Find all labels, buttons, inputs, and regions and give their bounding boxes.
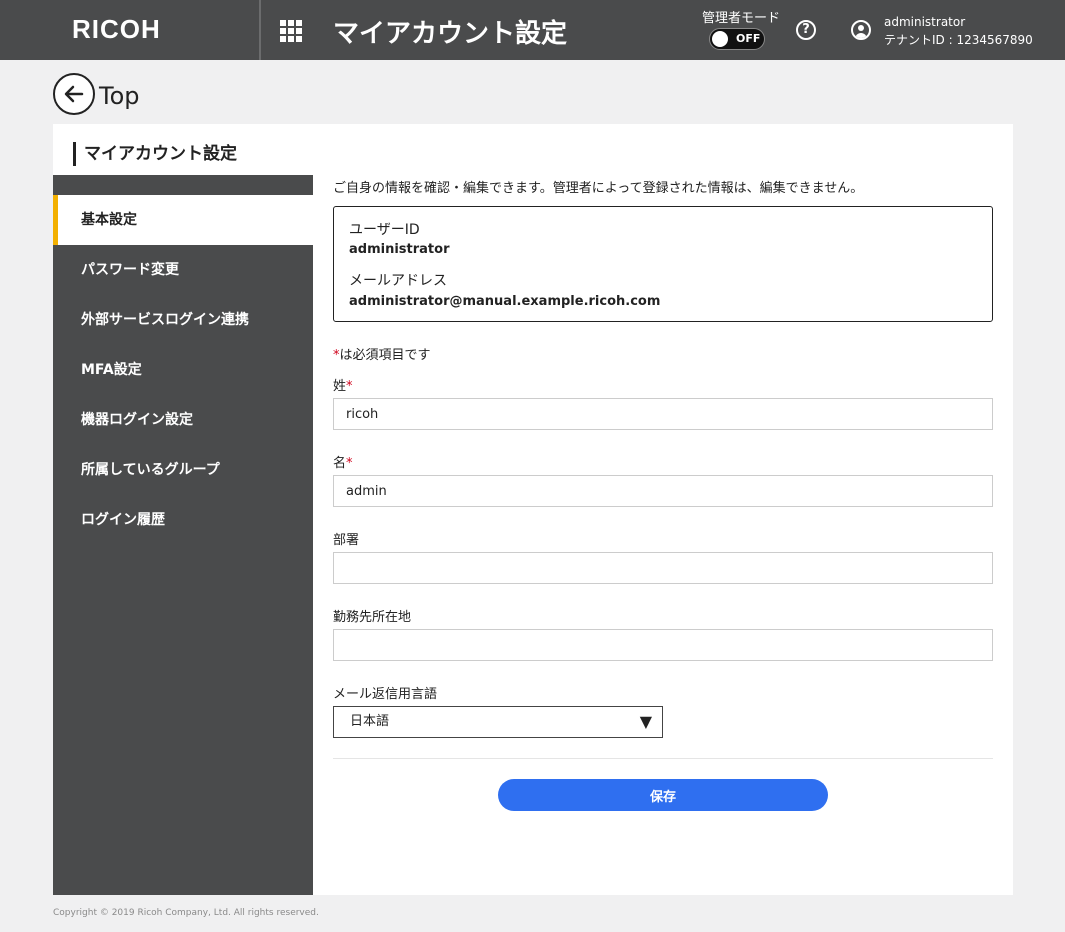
header-title: マイアカウント設定 <box>333 19 568 49</box>
admin-mode-toggle[interactable]: OFF <box>709 28 765 50</box>
last-name-input[interactable] <box>333 398 993 430</box>
first-name-input[interactable] <box>333 475 993 507</box>
department-input[interactable] <box>333 552 993 584</box>
intro-text: ご自身の情報を確認・編集できます。管理者によって登録された情報は、編集できません… <box>333 181 864 196</box>
tenant-id: テナントID : 1234567890 <box>884 33 1033 47</box>
last-name-label: 姓* <box>333 379 353 394</box>
language-select-value: 日本語 <box>350 714 390 729</box>
account-info-box: ユーザーID administrator メールアドレス administrat… <box>333 206 993 322</box>
panel-title: マイアカウント設定 <box>73 142 237 166</box>
user-id-label: ユーザーID <box>349 222 420 238</box>
settings-panel: マイアカウント設定 基本設定 パスワード変更 外部サービスログイン連携 MFA設… <box>53 124 1013 895</box>
sidebar-item-basic-settings[interactable]: 基本設定 <box>53 195 313 245</box>
required-note: *は必須項目です <box>333 344 431 363</box>
toggle-state-text: OFF <box>736 32 761 45</box>
help-icon[interactable]: ? <box>796 20 816 40</box>
user-name: administrator <box>884 15 966 29</box>
settings-sidebar: 基本設定 パスワード変更 外部サービスログイン連携 MFA設定 機器ログイン設定… <box>53 175 313 895</box>
user-account-icon[interactable] <box>851 20 871 40</box>
header-divider <box>259 0 261 60</box>
work-location-input[interactable] <box>333 629 993 661</box>
required-note-text: は必須項目です <box>339 348 431 363</box>
back-link-label[interactable]: Top <box>99 82 140 110</box>
save-button[interactable]: 保存 <box>498 779 828 811</box>
department-label: 部署 <box>333 533 360 548</box>
form-divider <box>333 758 993 759</box>
ricoh-logo[interactable]: RICOH <box>72 14 161 45</box>
sidebar-item-groups[interactable]: 所属しているグループ <box>53 445 313 495</box>
user-id-value: administrator <box>349 242 450 257</box>
arrow-left-icon <box>64 85 84 103</box>
language-select[interactable]: 日本語 ▼ <box>333 706 663 738</box>
toggle-knob <box>712 31 728 47</box>
sidebar-item-mfa[interactable]: MFA設定 <box>53 345 313 395</box>
admin-mode-label: 管理者モード <box>702 11 781 26</box>
email-label: メールアドレス <box>349 273 447 289</box>
back-button[interactable] <box>53 73 95 115</box>
sidebar-item-password-change[interactable]: パスワード変更 <box>53 245 313 295</box>
work-location-label: 勤務先所在地 <box>333 610 412 625</box>
app-header: RICOH マイアカウント設定 管理者モード OFF ? administrat… <box>0 0 1065 60</box>
language-label: メール返信用言語 <box>333 687 438 702</box>
triangle-down-icon: ▼ <box>639 712 652 731</box>
sidebar-item-external-login[interactable]: 外部サービスログイン連携 <box>53 295 313 345</box>
sidebar-item-login-history[interactable]: ログイン履歴 <box>53 495 313 545</box>
app-grid-icon[interactable] <box>280 20 302 42</box>
first-name-label: 名* <box>333 456 353 471</box>
sidebar-item-device-login[interactable]: 機器ログイン設定 <box>53 395 313 445</box>
copyright-text: Copyright © 2019 Ricoh Company, Ltd. All… <box>53 908 319 918</box>
email-value: administrator@manual.example.ricoh.com <box>349 294 661 309</box>
